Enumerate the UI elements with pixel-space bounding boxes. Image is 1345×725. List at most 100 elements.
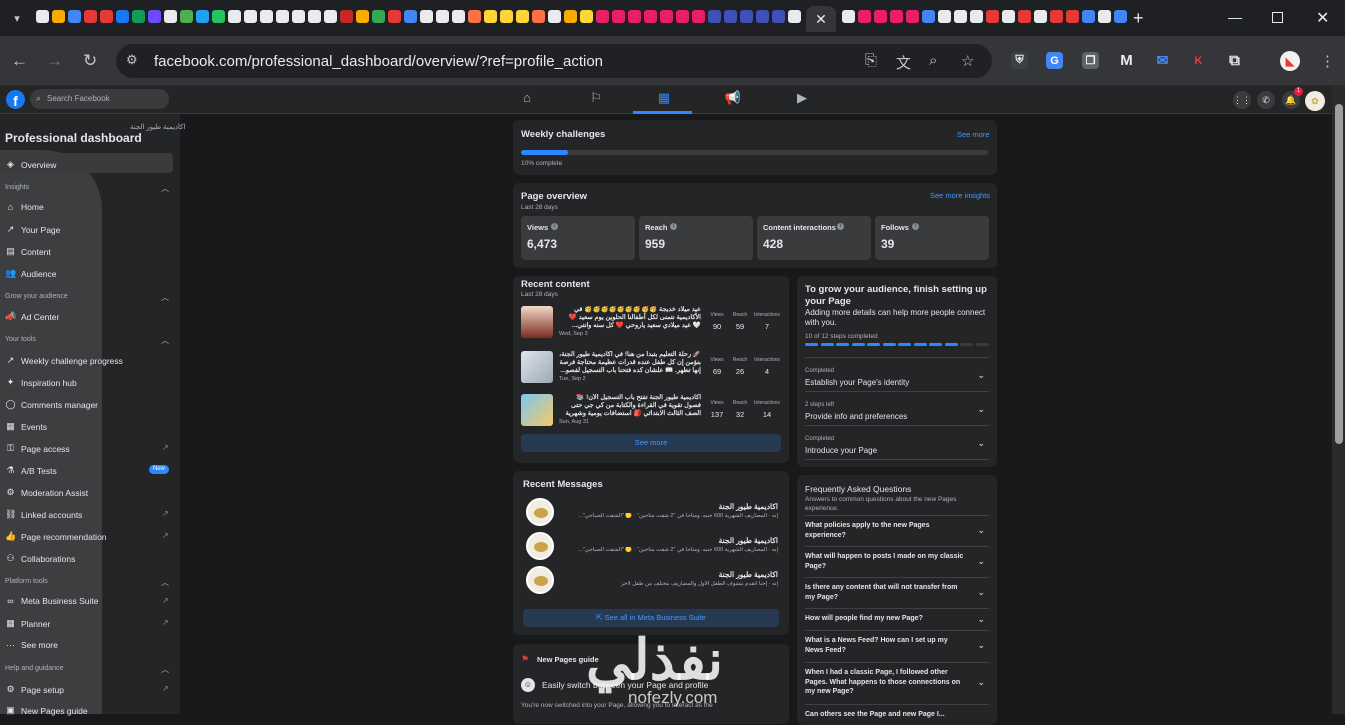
tab-favicon[interactable] [356,10,369,23]
tab-favicon[interactable] [1050,10,1063,23]
info-icon[interactable]: i [670,223,677,230]
see-more-content-button[interactable]: See more [521,434,781,452]
tab-favicon[interactable] [1114,10,1127,23]
tab-favicon[interactable] [452,10,465,23]
profile-avatar[interactable]: ◣ [1280,51,1300,71]
sidebar-item-ab-tests[interactable]: ⚗ A/B Tests [5,465,56,476]
tab-favicon[interactable] [500,10,513,23]
tab-favicon[interactable] [1002,10,1015,23]
chevron-up-icon[interactable]: ︿ [161,183,169,194]
chevron-up-icon[interactable]: ︿ [161,577,169,588]
setup-row[interactable]: Completed Establish your Page's identity ⌄ [805,357,989,391]
tab-favicon[interactable] [1098,10,1111,23]
tab-favicon[interactable] [644,10,657,23]
tab-favicon[interactable] [468,10,481,23]
k-extension-icon[interactable]: K [1190,52,1207,69]
tab-favicon[interactable] [516,10,529,23]
close-icon[interactable]: ✕ [815,11,827,28]
sidebar-item-recommendation[interactable]: 👍 Page recommendation [5,531,107,542]
tab-favicon[interactable] [372,10,385,23]
tab-favicon[interactable] [164,10,177,23]
minimize-icon[interactable]: — [1228,9,1242,25]
tab-favicon[interactable] [1018,10,1031,23]
tab-favicon[interactable] [740,10,753,23]
tab-search-button[interactable]: ▾ [6,8,28,28]
faq-question[interactable]: How will people find my new Page? ⌄ [805,608,989,630]
tab-favicon[interactable] [788,10,801,23]
messenger-icon[interactable]: ✆ [1257,91,1275,109]
stat-reach[interactable]: Reach i 959 [639,216,753,260]
tab-favicon[interactable] [906,10,919,23]
message-row[interactable]: اكاديمية طيور الجنة إنه · المصاريف الشهري… [526,498,778,526]
pinned-tabs[interactable] [36,10,801,23]
tab-favicon[interactable] [938,10,951,23]
search-input[interactable]: ⌕ Search Facebook [30,89,169,109]
tab-favicon[interactable] [564,10,577,23]
setup-row[interactable]: 2 steps left Provide info and preferences… [805,391,989,425]
sidebar-item-linked[interactable]: ⛓ Linked accounts [5,509,82,520]
tab-favicon[interactable] [596,10,609,23]
sidebar-item-ad-center[interactable]: 📣 Ad Center [5,311,59,322]
tab-favicon[interactable] [1082,10,1095,23]
flag-nav-icon[interactable]: ⚐ [586,90,606,108]
m-extension-icon[interactable]: M [1118,52,1135,69]
sidebar-item-planner[interactable]: ▦ Planner [5,618,50,629]
menu-grid-icon[interactable]: ⋮⋮ [1233,91,1251,109]
facebook-logo-icon[interactable]: f [6,90,25,109]
menu-icon[interactable]: ⋮ [1320,52,1335,70]
sidebar-item-inspiration[interactable]: ✦ Inspiration hub [5,377,77,388]
tab-favicon[interactable] [36,10,49,23]
url-text[interactable]: facebook.com/professional_dashboard/over… [154,53,603,70]
tab-favicon[interactable] [756,10,769,23]
dashboard-nav-icon[interactable]: ▦ [654,90,674,108]
translate-icon[interactable]: 文 [896,52,911,73]
message-row[interactable]: اكاديمية طيور الجنة إنه · إحنا اتقدم بتشو… [526,566,778,594]
tab-favicon[interactable] [196,10,209,23]
back-icon[interactable]: ← [11,51,28,71]
sidebar-item-page-setup[interactable]: ⚙ Page setup [5,684,64,695]
tab-favicon[interactable] [708,10,721,23]
sidebar-item-mbs[interactable]: ∞ Meta Business Suite [5,596,98,606]
tab-favicon[interactable] [628,10,641,23]
faq-question[interactable]: What is a News Feed? How can I set up my… [805,630,989,662]
tab-favicon[interactable] [890,10,903,23]
tab-favicon[interactable] [148,10,161,23]
sidebar-item-moderation[interactable]: ⚙ Moderation Assist [5,487,88,498]
tab-favicon[interactable] [436,10,449,23]
tab-favicon[interactable] [548,10,561,23]
tab-favicon[interactable] [874,10,887,23]
zoom-icon[interactable]: ⌕ [929,52,937,69]
stat-views[interactable]: Views i 6,473 [521,216,635,260]
tab-favicon[interactable] [660,10,673,23]
tab-favicon[interactable] [612,10,625,23]
tab-favicon[interactable] [244,10,257,23]
sidebar-item-overview[interactable]: ◈ Overview [5,159,56,170]
maximize-icon[interactable] [1272,12,1283,23]
tab-favicon[interactable] [68,10,81,23]
forward-icon[interactable]: → [46,51,63,71]
info-icon[interactable]: i [837,223,844,230]
sidebar-item-page-access[interactable]: ⚿ Page access [5,443,70,454]
faq-question[interactable]: What will happen to posts I made on my c… [805,546,989,577]
install-app-icon[interactable]: ⎘ [865,52,877,69]
tab-favicon[interactable] [922,10,935,23]
chevron-up-icon[interactable]: ︿ [161,335,169,346]
stat-follows[interactable]: Follows i 39 [875,216,989,260]
tab-favicon[interactable] [842,10,855,23]
bookmark-star-icon[interactable]: ☆ [961,52,974,70]
more-tabs[interactable] [842,10,1127,23]
tab-favicon[interactable] [986,10,999,23]
tab-favicon[interactable] [260,10,273,23]
reload-icon[interactable]: ↻ [83,51,97,71]
sidebar-item-events[interactable]: ▦ Events [5,421,47,432]
sidebar-item-collaborations[interactable]: ⚇ Collaborations [5,553,75,564]
tab-favicon[interactable] [484,10,497,23]
faq-question[interactable]: Is there any content that will not trans… [805,577,989,608]
faq-question[interactable]: Can others see the Page and new Page I..… [805,704,989,718]
tab-favicon[interactable] [84,10,97,23]
setup-row[interactable]: Completed Introduce your Page ⌄ [805,425,989,460]
content-row[interactable]: 🚀 رحلة التعليم بتبدأ من هنا! في أكاديمية… [521,351,781,387]
tab-favicon[interactable] [692,10,705,23]
mail-extension-icon[interactable]: ✉ [1154,52,1171,69]
tab-favicon[interactable] [404,10,417,23]
